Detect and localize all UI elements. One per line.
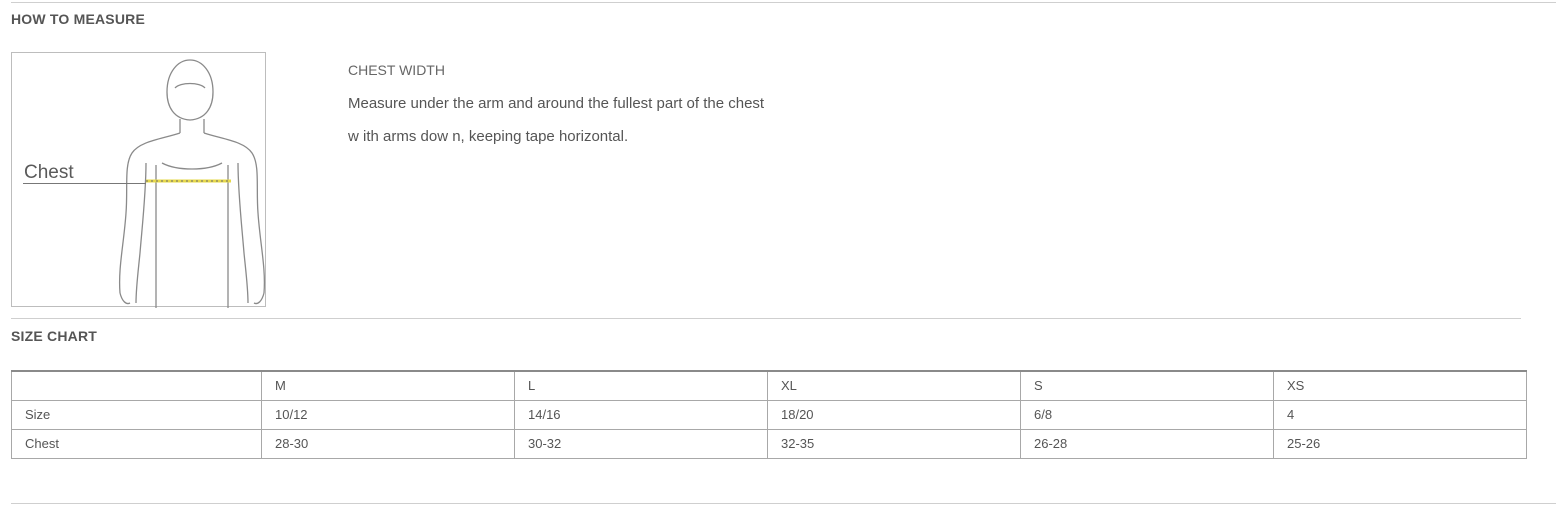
table-header-cell: L	[514, 370, 768, 401]
row-label-cell: Size	[11, 399, 262, 430]
table-corner-cell	[11, 370, 262, 401]
chest-width-title: CHEST WIDTH	[348, 62, 445, 78]
table-header-cell: XL	[767, 370, 1021, 401]
table-cell: 30-32	[514, 428, 768, 459]
table-cell: 10/12	[261, 399, 515, 430]
table-header-cell: XS	[1273, 370, 1527, 401]
bottom-divider	[11, 503, 1556, 504]
size-chart-table: M L XL S XS Size 10/12 14/16 18/20 6/8 4…	[11, 370, 1527, 459]
table-cell: 18/20	[767, 399, 1021, 430]
size-chart-heading: SIZE CHART	[11, 328, 97, 344]
row-label-cell: Chest	[11, 428, 262, 459]
table-header-cell: S	[1020, 370, 1274, 401]
measure-instruction-line-2: w ith arms dow n, keeping tape horizonta…	[348, 128, 629, 145]
measure-instruction-line-1: Measure under the arm and around the ful…	[348, 95, 765, 112]
table-cell: 28-30	[261, 428, 515, 459]
table-cell: 32-35	[767, 428, 1021, 459]
table-header-cell: M	[261, 370, 515, 401]
how-to-measure-heading: HOW TO MEASURE	[11, 11, 145, 27]
table-cell: 25-26	[1273, 428, 1527, 459]
chest-figure-label: Chest	[24, 162, 74, 183]
middle-divider	[11, 318, 1521, 319]
table-cell: 14/16	[514, 399, 768, 430]
table-cell: 4	[1273, 399, 1527, 430]
chest-pointer-line	[23, 183, 146, 184]
table-row: Size 10/12 14/16 18/20 6/8 4	[11, 399, 1527, 430]
table-header-row: M L XL S XS	[11, 370, 1527, 401]
table-cell: 6/8	[1020, 399, 1274, 430]
body-figure-illustration: Chest	[11, 52, 266, 308]
table-cell: 26-28	[1020, 428, 1274, 459]
table-row: Chest 28-30 30-32 32-35 26-28 25-26	[11, 428, 1527, 459]
top-divider	[11, 2, 1556, 3]
